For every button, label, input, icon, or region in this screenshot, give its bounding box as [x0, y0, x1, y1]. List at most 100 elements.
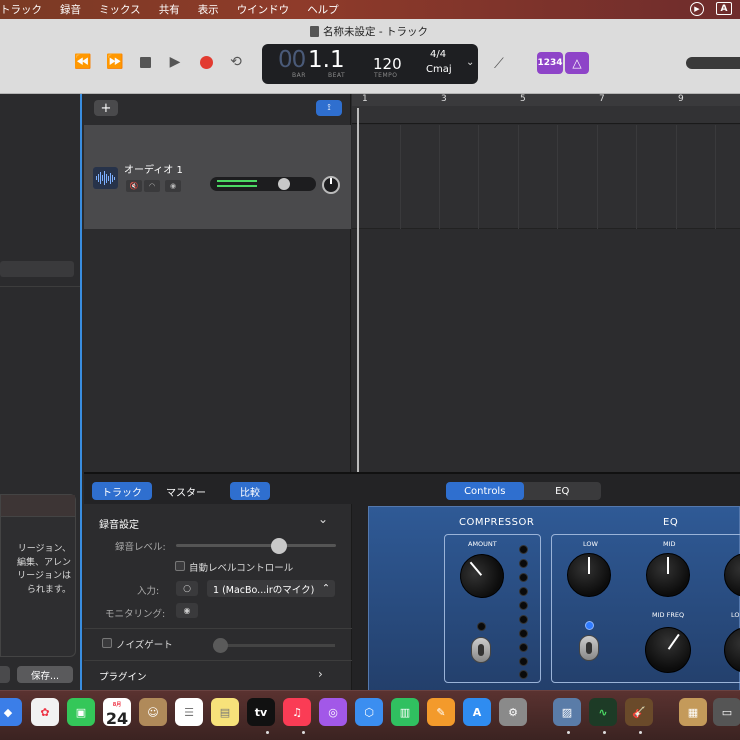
- volume-thumb[interactable]: [278, 178, 290, 190]
- record-enable-button[interactable]: ◉: [165, 180, 181, 192]
- dock-calendar-icon[interactable]: 8月 24: [103, 698, 131, 727]
- metronome-icon: △: [572, 56, 582, 70]
- dock: ◆ ✿ ▣ 8月 24 ☺ ☰ ▤ tv ♫ ◎ ⬡ ▥ ✎ A ⚙ ▨ ∿ 🎸…: [0, 690, 740, 740]
- dock-system-settings-icon[interactable]: ⚙: [499, 698, 527, 726]
- stop-button[interactable]: [134, 52, 156, 72]
- chevron-down-icon[interactable]: ⌄: [466, 57, 474, 68]
- add-track-button[interactable]: +: [94, 100, 118, 116]
- menu-track[interactable]: トラック: [0, 2, 51, 17]
- running-indicator: [567, 731, 570, 734]
- grid-line: [557, 125, 558, 229]
- lcd-time-signature[interactable]: 4/4: [430, 49, 446, 60]
- library-delete-button[interactable]: [0, 666, 10, 683]
- ruler-number: 3: [441, 94, 447, 104]
- menu-mix[interactable]: ミックス: [99, 2, 150, 17]
- track-row[interactable]: オーディオ 1 🔇 ◠ ◉: [84, 125, 351, 229]
- bar-ruler[interactable]: 1 3 5 7 9: [352, 94, 740, 106]
- tab-master[interactable]: マスター: [156, 482, 216, 500]
- tab-eq[interactable]: EQ: [524, 482, 602, 500]
- noise-gate-thumb[interactable]: [213, 638, 228, 653]
- dock-reminders-icon[interactable]: ☰: [175, 698, 203, 726]
- record-level-slider[interactable]: [176, 538, 336, 554]
- record-settings-panel: 録音設定 ⌄ 録音レベル: 自動レベルコントロール 入力: ○ 1 (MacBo…: [84, 504, 352, 692]
- master-volume-slider[interactable]: [686, 57, 740, 69]
- fast-forward-button[interactable]: ⏩: [104, 52, 126, 72]
- dock-tv-icon[interactable]: tv: [247, 698, 275, 726]
- dock-notes-icon[interactable]: ▤: [211, 698, 239, 726]
- meter-led: [519, 670, 528, 679]
- sub-ruler[interactable]: [352, 106, 740, 124]
- smart-controls-filter-button[interactable]: ⟟: [316, 100, 342, 116]
- play-button[interactable]: ▶: [164, 52, 186, 72]
- mute-button[interactable]: 🔇: [126, 180, 142, 192]
- dock-trash-icon[interactable]: ▭: [713, 698, 740, 726]
- menu-window[interactable]: ウインドウ: [237, 2, 299, 17]
- monitoring-button[interactable]: ◉: [176, 603, 198, 618]
- pan-knob[interactable]: [322, 176, 340, 194]
- menu-record[interactable]: 録音: [60, 2, 90, 17]
- input-format-button[interactable]: ○: [176, 581, 198, 596]
- rewind-button[interactable]: ⏪: [72, 52, 94, 72]
- lcd-bar-label: BAR: [292, 72, 306, 79]
- dock-downloads-icon[interactable]: ▦: [679, 698, 707, 726]
- track-name[interactable]: オーディオ 1: [124, 161, 183, 176]
- track-lane[interactable]: [352, 125, 740, 229]
- chevron-right-icon[interactable]: ›: [318, 667, 323, 681]
- compressor-toggle[interactable]: [471, 637, 491, 663]
- library-dialog-header: [1, 495, 75, 517]
- input-source-icon[interactable]: A: [716, 2, 732, 15]
- ruler-number: 7: [599, 94, 605, 104]
- library-save-button[interactable]: 保存...: [17, 666, 73, 683]
- lcd-key[interactable]: Cmaj: [426, 64, 452, 75]
- meter-led: [519, 615, 528, 624]
- solo-button[interactable]: ◠: [144, 180, 160, 192]
- eq-low-knob[interactable]: [567, 553, 611, 597]
- dock-contacts-icon[interactable]: ☺: [139, 698, 167, 726]
- tab-track[interactable]: トラック: [92, 482, 152, 500]
- dock-numbers-icon[interactable]: ▥: [391, 698, 419, 726]
- dock-pages-icon[interactable]: ✎: [427, 698, 455, 726]
- dock-keynote-icon[interactable]: ⬡: [355, 698, 383, 726]
- noise-gate-checkbox[interactable]: [102, 638, 112, 648]
- lcd-tempo-label: TEMPO: [374, 72, 398, 79]
- tab-controls[interactable]: Controls: [446, 482, 524, 500]
- dock-app-store-icon[interactable]: A: [463, 698, 491, 726]
- eq-mid-knob[interactable]: [646, 553, 690, 597]
- plugins-label[interactable]: プラグイン: [99, 669, 147, 683]
- tv-label: tv: [254, 705, 268, 719]
- dock-podcasts-icon[interactable]: ◎: [319, 698, 347, 726]
- menu-view[interactable]: 表示: [198, 2, 228, 17]
- lcd-beat-label: BEAT: [328, 72, 346, 79]
- lcd-display[interactable]: 00 1.1 BAR BEAT 120 TEMPO 4/4 Cmaj ⌄: [262, 44, 478, 84]
- count-in-button[interactable]: 1234: [537, 52, 563, 74]
- dock-activity-monitor-icon[interactable]: ∿: [589, 698, 617, 726]
- menu-help[interactable]: ヘルプ: [307, 2, 348, 17]
- meter-led: [519, 545, 528, 554]
- dock-music-icon[interactable]: ♫: [283, 698, 311, 726]
- eq-toggle[interactable]: [579, 635, 599, 661]
- timeline[interactable]: 1 3 5 7 9: [352, 94, 740, 472]
- tuner-icon[interactable]: ⟋: [494, 56, 504, 72]
- dock-photos-icon[interactable]: ✿: [31, 698, 59, 726]
- dock-preview-icon[interactable]: ▨: [553, 698, 581, 726]
- compare-button[interactable]: 比較: [230, 482, 270, 500]
- chevron-down-icon[interactable]: ⌄: [318, 512, 328, 526]
- input-select[interactable]: 1 (MacBo...irのマイク) ⌃: [207, 580, 335, 597]
- record-level-thumb[interactable]: [271, 538, 287, 554]
- track-volume-slider[interactable]: [210, 177, 316, 191]
- playhead[interactable]: [357, 108, 359, 472]
- metronome-button[interactable]: △: [565, 52, 589, 74]
- dock-facetime-icon[interactable]: ▣: [67, 698, 95, 726]
- input-value: 1 (MacBo...irのマイク): [213, 584, 315, 596]
- library-search-field[interactable]: [0, 261, 74, 277]
- record-button[interactable]: [195, 52, 217, 72]
- play-circle-icon[interactable]: ▶: [690, 2, 704, 16]
- lcd-tempo-value[interactable]: 120: [373, 55, 402, 73]
- auto-level-checkbox[interactable]: [175, 561, 185, 571]
- meter-led: [519, 587, 528, 596]
- cycle-button[interactable]: ⟲: [225, 52, 247, 72]
- dock-garageband-icon[interactable]: 🎸: [625, 698, 653, 726]
- dock-maps-icon[interactable]: ◆: [0, 698, 22, 726]
- menu-share[interactable]: 共有: [159, 2, 189, 17]
- noise-gate-slider[interactable]: [213, 638, 335, 653]
